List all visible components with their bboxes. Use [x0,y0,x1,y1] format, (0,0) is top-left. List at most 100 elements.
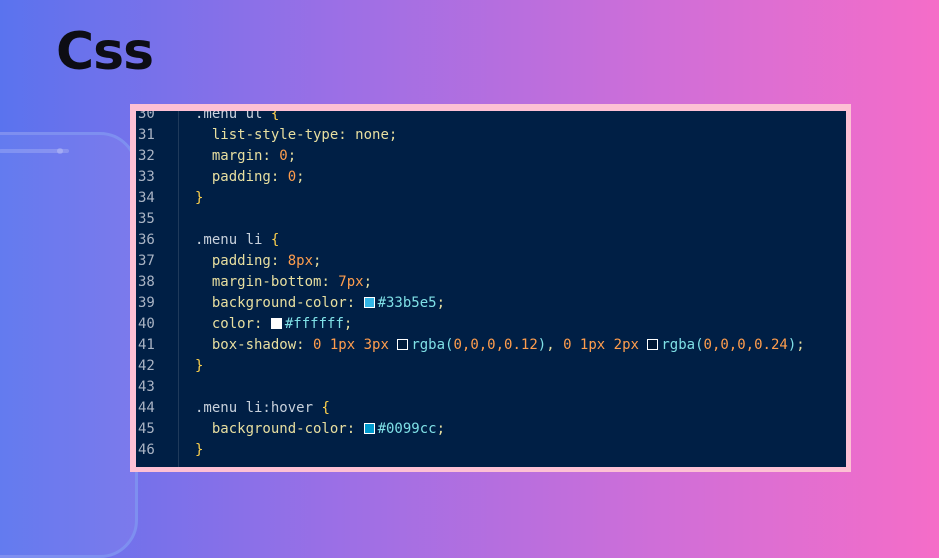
code-token: background-color [211,295,347,311]
code-line: 30 .menu ul { [136,111,846,125]
code-token: .menu li [195,232,271,248]
code-token: 0 1px 3px [313,337,398,353]
code-text: background-color: #33b5e5; [195,293,445,314]
code-text: } [195,440,203,461]
code-text: .menu li:hover { [195,398,330,419]
line-number: 33 [138,169,155,185]
code-token: , [546,337,564,353]
code-text: margin-bottom: 7px; [195,272,372,293]
code-token: } [195,358,204,374]
color-swatch-icon[interactable] [647,339,659,350]
code-line: 42} [136,356,846,377]
code-token: ; [436,295,446,311]
code-token: } [195,442,204,458]
code-token: : [262,148,280,164]
code-text: } [195,356,203,377]
code-line: 46} [136,440,846,461]
line-number: 35 [138,211,155,227]
line-number: 32 [138,148,155,164]
code-token: ; [388,127,398,143]
code-token: 0,0,0,0.12 [453,337,538,353]
code-token: rgba( [661,337,704,353]
code-line: 34} [136,188,846,209]
code-token: 0 [287,169,297,185]
code-line: 31 list-style-type: none; [136,125,846,146]
line-number: 46 [138,442,155,458]
code-token: #33b5e5 [377,295,437,311]
line-number: 43 [138,379,155,395]
line-number: 44 [138,400,155,416]
code-line: 39 background-color: #33b5e5; [136,293,846,314]
code-line: 43 [136,377,846,398]
code-token: padding [211,253,271,269]
code-text: .menu li { [195,230,279,251]
code-token: ; [436,421,446,437]
code-line: 41 box-shadow: 0 1px 3px rgba(0,0,0,0.12… [136,335,846,356]
code-token: ; [313,253,322,269]
page-title: Css [56,22,154,82]
code-line: 33 padding: 0; [136,167,846,188]
code-text: margin: 0; [195,146,296,167]
color-swatch-icon[interactable] [270,318,282,329]
line-number: 34 [138,190,155,206]
code-token: { [321,400,330,416]
code-token: : [296,337,314,353]
code-line: 37 padding: 8px; [136,251,846,272]
color-swatch-icon[interactable] [363,423,375,434]
line-number: 38 [138,274,155,290]
code-token: 0,0,0,0.24 [703,337,788,353]
code-line: 40 color: #ffffff; [136,314,846,335]
code-token: ; [343,316,353,332]
code-token: ; [287,148,297,164]
line-number: 45 [138,421,155,437]
code-token: : [254,316,271,332]
code-text: background-color: #0099cc; [195,419,445,440]
code-token: ) [787,337,797,353]
code-token: box-shadow [211,337,297,353]
color-swatch-icon[interactable] [363,297,375,308]
code-token: padding [211,169,271,185]
code-line: 36 .menu li { [136,230,846,251]
code-line: 32 margin: 0; [136,146,846,167]
code-token: : [338,127,356,143]
code-token: : [270,169,288,185]
code-editor[interactable]: 30 .menu ul {31 list-style-type: none; 32 … [136,111,846,467]
code-text: color: #ffffff; [195,314,352,335]
code-text: list-style-type: none; [195,125,397,146]
line-number: 30 [138,111,155,122]
code-token: .menu ul [195,111,271,122]
line-number: 39 [138,295,155,311]
code-token: color [211,316,255,332]
phone-illustration [0,132,138,558]
code-token: margin [211,148,263,164]
code-token: } [195,190,204,206]
line-number: 36 [138,232,155,248]
code-token: { [270,232,280,248]
code-token: ) [537,337,547,353]
code-token: 8px [287,253,314,269]
code-token: : [321,274,339,290]
code-token: { [270,111,280,122]
line-number: 31 [138,127,155,143]
code-text: box-shadow: 0 1px 3px rgba(0,0,0,0.12), … [195,335,805,356]
code-text: .menu ul { [195,111,279,125]
code-token: #ffffff [284,316,344,332]
code-lines: 30 .menu ul {31 list-style-type: none; 32 … [136,111,846,461]
code-line: 44 .menu li:hover { [136,398,846,419]
line-number: 41 [138,337,155,353]
code-token: #0099cc [377,421,437,437]
code-text: } [195,188,203,209]
line-number: 42 [138,358,155,374]
code-token: ; [363,274,373,290]
code-line: 45 background-color: #0099cc; [136,419,846,440]
code-token: : [270,253,288,269]
color-swatch-icon[interactable] [397,339,409,350]
code-token: ; [296,169,305,185]
code-token: .menu li:hover [195,400,322,416]
code-line: 35 [136,209,846,230]
code-token: rgba( [411,337,454,353]
code-token: background-color [211,421,347,437]
phone-camera [57,148,63,154]
code-token: none [355,127,389,143]
code-token: margin-bottom [211,274,322,290]
